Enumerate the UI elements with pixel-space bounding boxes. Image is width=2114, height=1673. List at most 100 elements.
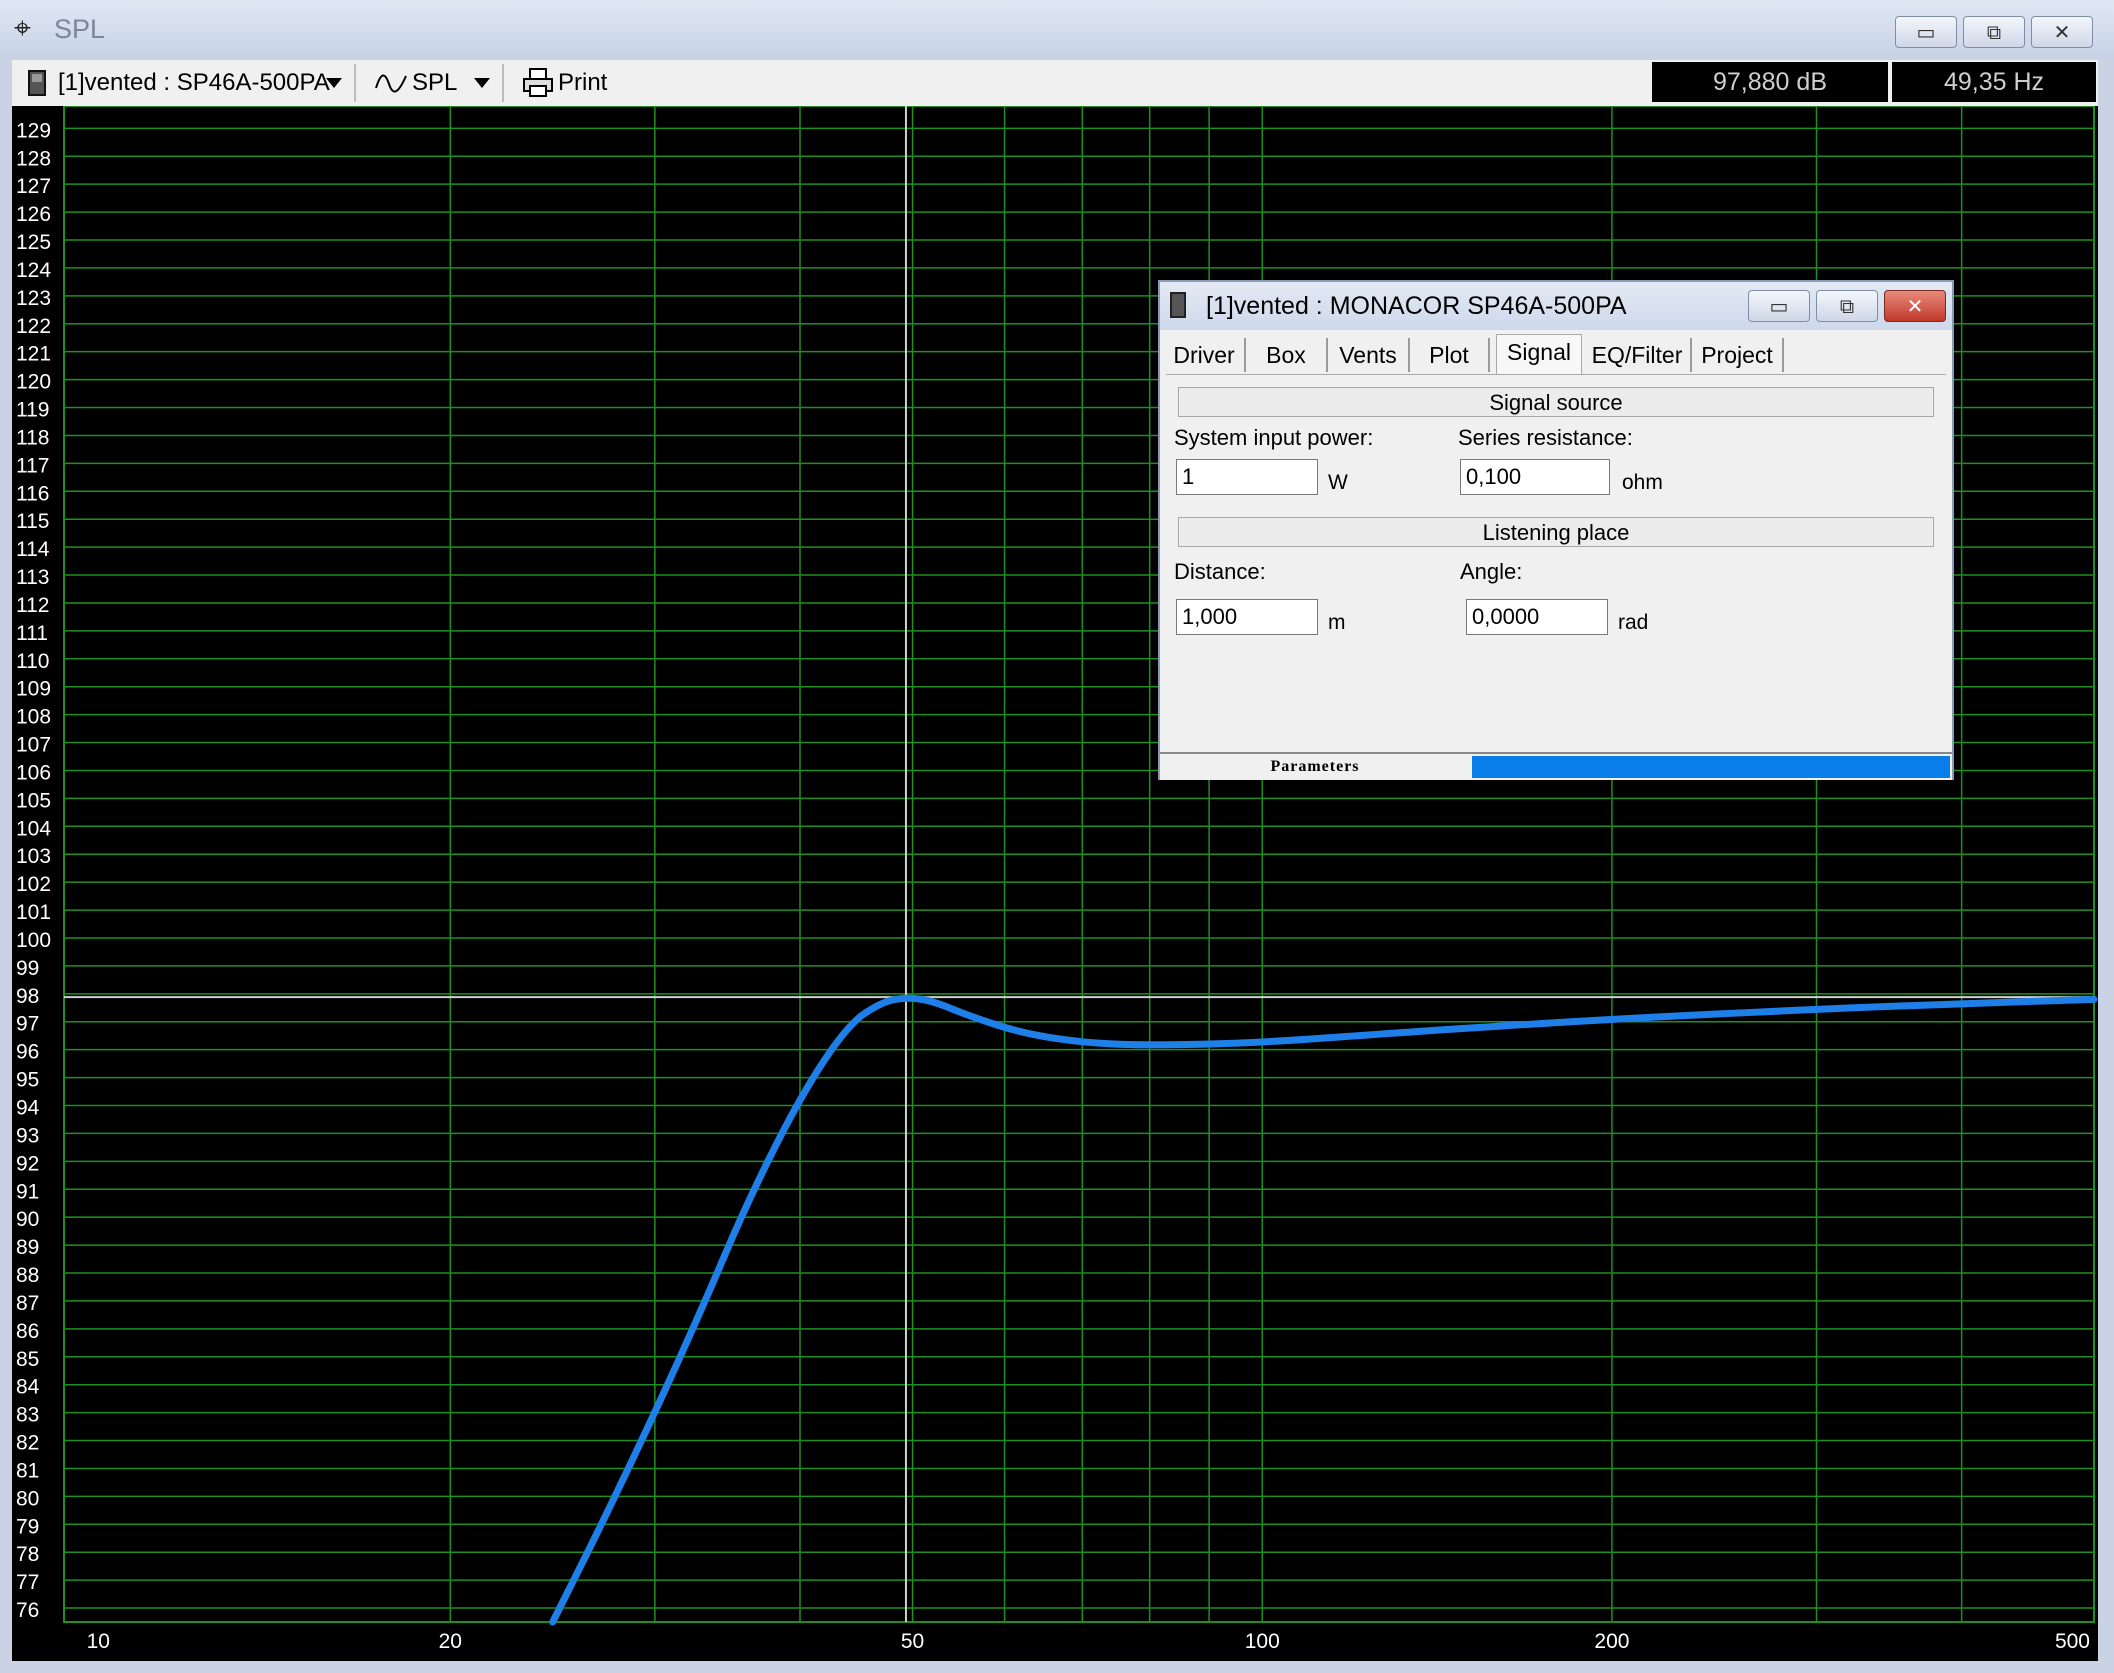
- y-tick-label: 98: [16, 985, 39, 1008]
- y-tick-label: 92: [16, 1152, 39, 1175]
- y-tick-label: 129: [16, 119, 51, 142]
- y-tick-label: 126: [16, 203, 51, 226]
- maximize-button[interactable]: ⧉: [1963, 16, 2025, 48]
- y-tick-label: 99: [16, 957, 39, 980]
- x-tick-label: 10: [87, 1630, 110, 1653]
- print-label: Print: [558, 69, 608, 96]
- tab-box[interactable]: Box: [1246, 338, 1328, 372]
- minimize-button[interactable]: ▭: [1895, 16, 1957, 48]
- toolbar-divider: [502, 64, 504, 102]
- resistance-input[interactable]: 0,100: [1460, 459, 1610, 495]
- window-titlebar[interactable]: ⌖ SPL ▭ ⧉ ✕: [0, 0, 2114, 58]
- y-tick-label: 115: [16, 510, 49, 533]
- parameters-dialog: [1]vented : MONACOR SP46A-500PA ▭ ⧉ ✕ Dr…: [1158, 280, 1954, 780]
- dialog-minimize-button[interactable]: ▭: [1748, 290, 1810, 322]
- tab-signal[interactable]: Signal: [1496, 334, 1582, 374]
- y-tick-label: 107: [16, 734, 51, 757]
- y-tick-label: 117: [16, 454, 49, 477]
- y-tick-label: 111: [16, 622, 48, 645]
- x-tick-label: 20: [439, 1630, 462, 1653]
- tab-driver[interactable]: Driver: [1164, 338, 1246, 372]
- chevron-down-icon[interactable]: [474, 78, 490, 88]
- y-tick-label: 85: [16, 1348, 39, 1371]
- dialog-title: [1]vented : MONACOR SP46A-500PA: [1206, 292, 1627, 320]
- speaker-box-icon: [28, 70, 46, 96]
- spl-window: ⌖ SPL ▭ ⧉ ✕ [1]vented : SP46A-500PA SPL: [0, 0, 2114, 1673]
- angle-input[interactable]: 0,0000: [1466, 599, 1608, 635]
- dialog-maximize-button[interactable]: ⧉: [1816, 290, 1878, 322]
- waveform-icon: [375, 74, 407, 93]
- toolbar-divider: [354, 64, 356, 102]
- spl-curve: [549, 994, 2098, 1626]
- signal-source-header: Signal source: [1178, 387, 1934, 417]
- y-tick-label: 119: [16, 399, 49, 422]
- y-tick-label: 82: [16, 1432, 39, 1455]
- power-label: System input power:: [1174, 425, 1374, 450]
- y-tick-label: 95: [16, 1069, 39, 1092]
- close-button[interactable]: ✕: [2031, 16, 2093, 48]
- resistance-unit: ohm: [1622, 471, 1663, 494]
- view-label: SPL: [412, 69, 458, 96]
- angle-label: Angle:: [1460, 559, 1523, 584]
- y-tick-label: 105: [16, 789, 51, 812]
- y-tick-label: 104: [16, 817, 51, 840]
- y-tick-label: 87: [16, 1292, 39, 1315]
- tab-eq-filter[interactable]: EQ/Filter: [1584, 338, 1692, 372]
- y-tick-label: 80: [16, 1487, 39, 1510]
- status-progress-bar: [1472, 756, 1950, 778]
- toolbar: [1]vented : SP46A-500PA SPL Print 97,880…: [12, 60, 2098, 107]
- y-tick-label: 81: [16, 1459, 39, 1482]
- y-tick-label: 88: [16, 1264, 39, 1287]
- y-tick-label: 127: [16, 175, 51, 198]
- y-tick-label: 78: [16, 1543, 39, 1566]
- y-tick-label: 84: [16, 1376, 40, 1399]
- window-title: SPL: [54, 14, 106, 44]
- y-tick-label: 120: [16, 371, 51, 394]
- listening-place-header: Listening place: [1178, 517, 1934, 547]
- tab-plot[interactable]: Plot: [1410, 338, 1490, 372]
- y-tick-label: 90: [16, 1208, 39, 1231]
- tab-project[interactable]: Project: [1692, 338, 1784, 372]
- y-tick-label: 110: [16, 650, 49, 673]
- y-tick-label: 76: [16, 1599, 39, 1622]
- y-tick-label: 101: [16, 901, 51, 924]
- y-tick-label: 118: [16, 426, 49, 449]
- status-caption: Parameters: [1270, 758, 1360, 775]
- x-tick-label: 200: [1594, 1630, 1629, 1653]
- signal-panel: Signal source System input power: 1 W Se…: [1166, 374, 1946, 747]
- x-tick-label: 500: [2055, 1630, 2090, 1653]
- dialog-close-button[interactable]: ✕: [1884, 290, 1946, 322]
- level-readout: 97,880 dB: [1652, 62, 1888, 102]
- y-tick-label: 109: [16, 678, 51, 701]
- chevron-down-icon[interactable]: [326, 78, 342, 88]
- y-tick-label: 121: [16, 343, 51, 366]
- y-tick-label: 124: [16, 259, 51, 282]
- y-tick-label: 128: [16, 147, 51, 170]
- y-tick-label: 112: [16, 594, 49, 617]
- y-tick-label: 86: [16, 1320, 39, 1343]
- angle-unit: rad: [1618, 611, 1649, 634]
- y-tick-label: 79: [16, 1515, 39, 1538]
- power-input[interactable]: 1: [1176, 459, 1318, 495]
- y-tick-label: 103: [16, 845, 51, 868]
- dialog-status-bar: Parameters: [1160, 752, 1952, 780]
- y-tick-label: 93: [16, 1124, 39, 1147]
- distance-unit: m: [1328, 611, 1346, 634]
- y-tick-label: 102: [16, 873, 51, 896]
- y-tick-label: 122: [16, 315, 51, 338]
- frequency-readout: 49,35 Hz: [1892, 62, 2096, 102]
- distance-input[interactable]: 1,000: [1176, 599, 1318, 635]
- speaker-box-icon: [1170, 292, 1186, 318]
- printer-icon: [523, 68, 553, 97]
- y-tick-label: 116: [16, 482, 49, 505]
- y-tick-label: 77: [16, 1571, 39, 1594]
- dialog-titlebar[interactable]: [1]vented : MONACOR SP46A-500PA ▭ ⧉ ✕: [1160, 282, 1952, 330]
- project-label: [1]vented : SP46A-500PA: [58, 69, 330, 96]
- y-tick-label: 94: [16, 1096, 40, 1119]
- y-tick-label: 125: [16, 231, 51, 254]
- tab-vents[interactable]: Vents: [1328, 338, 1410, 372]
- y-tick-label: 114: [16, 538, 50, 561]
- y-tick-label: 113: [16, 566, 49, 589]
- y-tick-label: 97: [16, 1013, 39, 1036]
- y-tick-label: 83: [16, 1404, 39, 1427]
